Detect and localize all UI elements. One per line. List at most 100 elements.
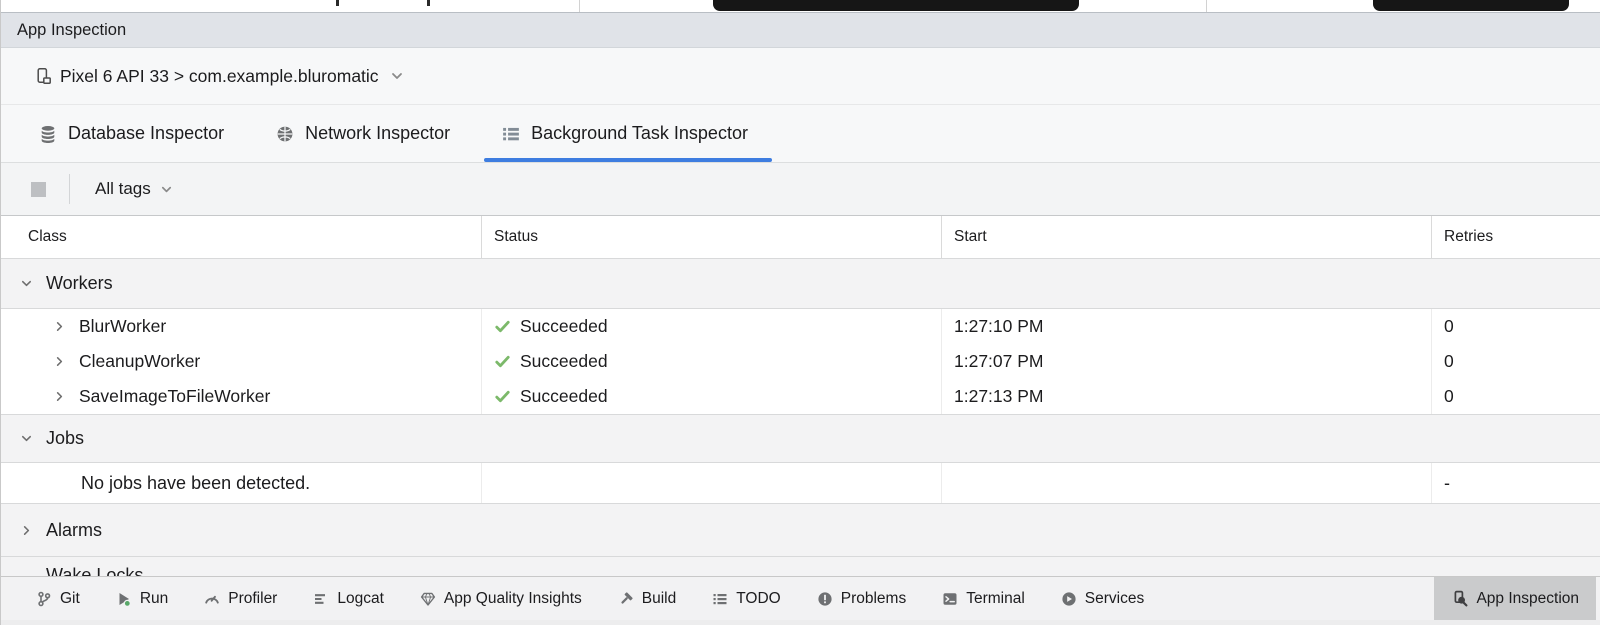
worker-row-cleanupworker[interactable]: CleanupWorker Succeeded 1:27:07 PM 0 bbox=[1, 344, 1600, 379]
editor-remnant-strip bbox=[1, 0, 1600, 13]
column-header-retries[interactable]: Retries bbox=[1431, 216, 1600, 258]
hammer-icon bbox=[618, 591, 634, 607]
device-process-selector[interactable]: Pixel 6 API 33 > com.example.bluromatic bbox=[34, 66, 404, 87]
toolwindow-label: Services bbox=[1085, 590, 1144, 608]
logcat-lines-icon bbox=[313, 591, 329, 607]
tab-label: Background Task Inspector bbox=[531, 123, 748, 144]
worker-start: 1:27:07 PM bbox=[954, 351, 1044, 372]
toolwindow-logcat[interactable]: Logcat bbox=[302, 577, 395, 620]
group-row-jobs[interactable]: Jobs bbox=[1, 415, 1600, 463]
tab-background-task-inspector[interactable]: Background Task Inspector bbox=[502, 105, 748, 162]
toolwindow-label: Problems bbox=[841, 590, 906, 608]
toolwindow-problems[interactable]: Problems bbox=[806, 577, 917, 620]
database-icon bbox=[39, 125, 57, 143]
toolbar-separator bbox=[69, 174, 70, 204]
all-tags-dropdown[interactable]: All tags bbox=[95, 179, 173, 199]
toolwindow-app-quality-insights[interactable]: App Quality Insights bbox=[409, 577, 593, 620]
toolwindow-app-inspection[interactable]: App Inspection bbox=[1434, 577, 1596, 620]
bottom-edge-strip bbox=[1, 620, 1600, 625]
divider bbox=[579, 0, 580, 12]
worker-row-saveimagetofileworker[interactable]: SaveImageToFileWorker Succeeded 1:27:13 … bbox=[1, 379, 1600, 414]
profiler-gauge-icon bbox=[204, 591, 220, 607]
toolwindow-profiler[interactable]: Profiler bbox=[193, 577, 288, 620]
device-bar: Pixel 6 API 33 > com.example.bluromatic bbox=[1, 48, 1600, 105]
chevron-collapsed-icon[interactable] bbox=[53, 355, 66, 368]
worker-start: 1:27:13 PM bbox=[954, 386, 1044, 407]
toolwindow-label: App Quality Insights bbox=[444, 590, 582, 608]
globe-icon bbox=[276, 125, 294, 143]
tool-window-bar: Git Run Profiler Logcat App Quality Insi… bbox=[1, 576, 1600, 620]
group-label: Wake Locks bbox=[46, 565, 143, 576]
services-play-icon bbox=[1061, 591, 1077, 607]
group-label: Alarms bbox=[46, 520, 102, 541]
task-list-icon bbox=[502, 125, 520, 143]
all-tags-label: All tags bbox=[95, 179, 151, 199]
worker-retries: 0 bbox=[1444, 386, 1454, 407]
panel-title-bar: App Inspection bbox=[1, 13, 1600, 48]
table-header: Class Status Start Retries bbox=[1, 216, 1600, 259]
group-label: Jobs bbox=[46, 428, 84, 449]
toolwindow-todo[interactable]: TODO bbox=[701, 577, 792, 620]
run-play-icon bbox=[116, 591, 132, 607]
divider bbox=[1206, 0, 1207, 12]
tab-database-inspector[interactable]: Database Inspector bbox=[39, 105, 224, 162]
stop-inspector-button[interactable] bbox=[31, 182, 46, 197]
filter-toolbar: All tags bbox=[1, 163, 1600, 216]
group-row-alarms[interactable]: Alarms bbox=[1, 504, 1600, 557]
chevron-collapsed-icon[interactable] bbox=[53, 390, 66, 403]
chevron-collapsed-icon[interactable] bbox=[53, 320, 66, 333]
worker-class: SaveImageToFileWorker bbox=[79, 386, 270, 407]
exclamation-circle-icon bbox=[817, 591, 833, 607]
tab-label: Database Inspector bbox=[68, 123, 224, 144]
chevron-expanded-icon[interactable] bbox=[20, 277, 33, 290]
toolwindow-label: Terminal bbox=[966, 590, 1025, 608]
toolwindow-terminal[interactable]: Terminal bbox=[931, 577, 1036, 620]
text-remnant bbox=[336, 0, 339, 6]
toolwindow-label: Profiler bbox=[228, 590, 277, 608]
group-row-workers[interactable]: Workers bbox=[1, 259, 1600, 309]
app-inspection-panel: App Inspection Pixel 6 API 33 > com.exam… bbox=[0, 0, 1600, 625]
toolwindow-label: App Inspection bbox=[1476, 590, 1579, 608]
terminal-icon bbox=[942, 591, 958, 607]
worker-row-blurworker[interactable]: BlurWorker Succeeded 1:27:10 PM 0 bbox=[1, 309, 1600, 344]
toolwindow-label: Build bbox=[642, 590, 676, 608]
toolwindow-build[interactable]: Build bbox=[607, 577, 687, 620]
column-header-class[interactable]: Class bbox=[1, 216, 481, 258]
chevron-expanded-icon[interactable] bbox=[20, 432, 33, 445]
tab-network-inspector[interactable]: Network Inspector bbox=[276, 105, 450, 162]
git-branch-icon bbox=[36, 591, 52, 607]
success-check-icon bbox=[494, 388, 511, 405]
success-check-icon bbox=[494, 318, 511, 335]
toolwindow-label: Logcat bbox=[337, 590, 384, 608]
toolwindow-label: Run bbox=[140, 590, 168, 608]
toolwindow-services[interactable]: Services bbox=[1050, 577, 1155, 620]
toolwindow-label: Git bbox=[60, 590, 80, 608]
toolwindow-run[interactable]: Run bbox=[105, 577, 179, 620]
worker-retries: 0 bbox=[1444, 316, 1454, 337]
scrollbar-remnant bbox=[1373, 0, 1569, 11]
worker-retries: 0 bbox=[1444, 351, 1454, 372]
worker-status: Succeeded bbox=[520, 351, 608, 372]
panel-title: App Inspection bbox=[17, 21, 126, 40]
app-inspection-icon bbox=[1451, 590, 1468, 607]
worker-class: BlurWorker bbox=[79, 316, 166, 337]
tab-label: Network Inspector bbox=[305, 123, 450, 144]
todo-list-icon bbox=[712, 591, 728, 607]
phone-device-icon bbox=[34, 67, 53, 86]
column-header-status[interactable]: Status bbox=[481, 216, 941, 258]
no-jobs-row: No jobs have been detected. - bbox=[1, 463, 1600, 504]
chevron-collapsed-icon[interactable] bbox=[20, 524, 33, 537]
no-jobs-message: No jobs have been detected. bbox=[81, 473, 310, 494]
worker-class: CleanupWorker bbox=[79, 351, 200, 372]
inspector-tabs: Database Inspector Network Inspector Bac… bbox=[1, 105, 1600, 163]
toolwindow-git[interactable]: Git bbox=[25, 577, 91, 620]
scrollbar-remnant bbox=[713, 0, 1079, 11]
group-row-wakelocks-partial[interactable]: Wake Locks bbox=[1, 557, 1600, 576]
group-label: Workers bbox=[46, 273, 113, 294]
success-check-icon bbox=[494, 353, 511, 370]
column-header-start[interactable]: Start bbox=[941, 216, 1431, 258]
gem-icon bbox=[420, 591, 436, 607]
toolwindow-label: TODO bbox=[736, 590, 781, 608]
no-jobs-retries: - bbox=[1444, 473, 1450, 494]
chevron-down-icon bbox=[160, 183, 173, 196]
